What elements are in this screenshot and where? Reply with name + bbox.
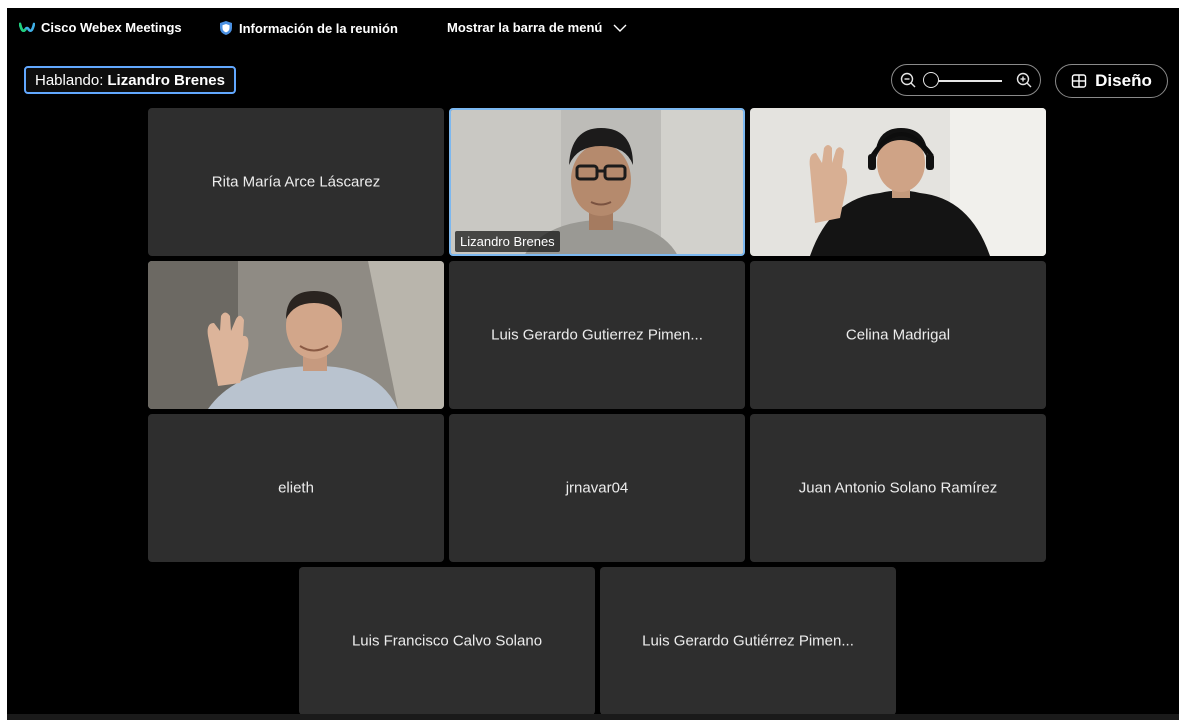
zoom-in-icon[interactable] <box>1016 72 1032 88</box>
participant-tile[interactable]: elieth <box>148 414 444 562</box>
participant-video <box>148 261 444 409</box>
webex-meeting-window: Cisco Webex Meetings Información de la r… <box>7 8 1179 720</box>
participant-name: Celina Madrigal <box>845 326 951 344</box>
shield-icon <box>220 21 232 35</box>
speaking-label: Hablando: <box>35 71 104 89</box>
participant-name: Juan Antonio Solano Ramírez <box>798 479 998 497</box>
app-title: Cisco Webex Meetings <box>41 20 182 35</box>
participant-name: elieth <box>278 479 314 497</box>
zoom-slider-thumb[interactable] <box>923 72 939 88</box>
participant-tile[interactable]: Luis Gerardo Gutierrez Pimen... <box>449 261 745 409</box>
window-bottom-edge <box>7 714 1179 720</box>
grid-icon <box>1071 74 1087 88</box>
participant-name: Rita María Arce Láscarez <box>211 173 381 191</box>
participant-name: Luis Francisco Calvo Solano <box>351 632 543 650</box>
participant-tile[interactable]: jrnavar04 <box>449 414 745 562</box>
participant-video <box>750 108 1046 256</box>
top-menu-bar: Cisco Webex Meetings Información de la r… <box>7 8 1179 42</box>
participant-tile[interactable]: Luis Francisco Calvo Solano <box>299 567 595 715</box>
participant-name-overlay: Lizandro Brenes <box>455 231 560 252</box>
participant-name: jrnavar04 <box>565 479 629 497</box>
show-menu-bar-label: Mostrar la barra de menú <box>447 20 603 35</box>
participant-tile[interactable]: Luis Gerardo Gutiérrez Pimen... <box>600 567 896 715</box>
participant-name: Luis Gerardo Gutierrez Pimen... <box>491 326 703 344</box>
participant-tile[interactable]: Juan Antonio Solano Ramírez <box>750 414 1046 562</box>
app-menu[interactable]: Cisco Webex Meetings <box>19 20 182 35</box>
zoom-slider-track[interactable] <box>934 80 1002 82</box>
meeting-info-label: Información de la reunión <box>239 20 398 36</box>
meeting-info-button[interactable]: Información de la reunión <box>219 20 398 36</box>
participant-tile[interactable]: Rita María Arce Láscarez <box>148 108 444 256</box>
chevron-down-icon <box>613 24 627 32</box>
participant-tile[interactable] <box>750 108 1046 256</box>
participant-tile[interactable] <box>148 261 444 409</box>
participant-tile-active-speaker[interactable]: Lizandro Brenes <box>449 108 745 256</box>
show-menu-bar-button[interactable]: Mostrar la barra de menú <box>447 20 628 35</box>
active-speaker-indicator: Hablando: Lizandro Brenes <box>24 66 236 94</box>
zoom-control <box>891 64 1041 96</box>
zoom-out-icon[interactable] <box>900 72 916 88</box>
speaking-name: Lizandro Brenes <box>107 71 225 89</box>
layout-button[interactable]: Diseño <box>1055 64 1168 98</box>
layout-button-label: Diseño <box>1095 71 1152 90</box>
webex-logo-icon <box>19 22 35 32</box>
participant-name: Luis Gerardo Gutiérrez Pimen... <box>642 632 854 650</box>
participant-tile[interactable]: Celina Madrigal <box>750 261 1046 409</box>
